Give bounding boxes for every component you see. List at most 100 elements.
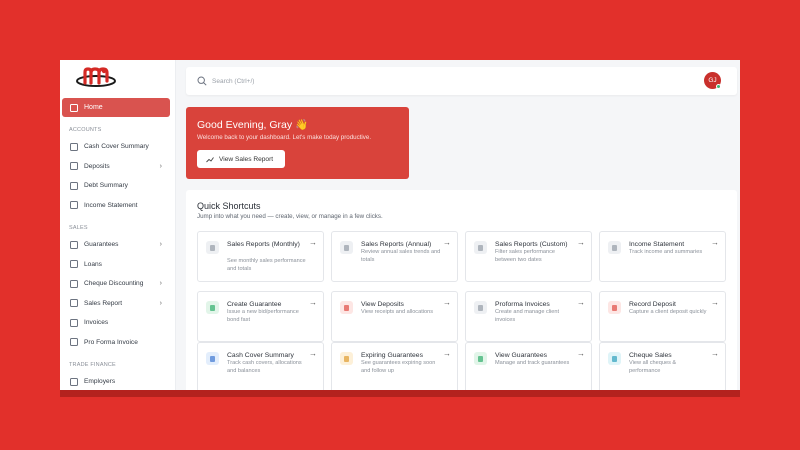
sidebar-item-label: Sales Report [84, 299, 123, 307]
shortcut-card-cash-cover-summary[interactable]: Cash Cover Summary Track cash covers, all… [197, 342, 324, 390]
shortcut-card-cheque-sales[interactable]: Cheque Sales View all cheques & performan… [599, 342, 726, 390]
shortcut-title: View Guarantees [495, 352, 548, 359]
shortcut-card-create-guarantee[interactable]: Create Guarantee Issue a new bid/performa… [197, 291, 324, 342]
greeting-card: Good Evening, Gray 👋 Welcome back to you… [186, 107, 409, 179]
shortcut-title: Record Deposit [629, 301, 676, 308]
chevron-right-icon: › [159, 162, 162, 170]
shortcut-title: Expiring Guarantees [361, 352, 423, 359]
sidebar-item-label: Debt Summary [84, 182, 128, 190]
shortcut-title: Create Guarantee [227, 301, 282, 308]
arrow-right-icon: → [309, 238, 317, 247]
arrow-right-icon: → [711, 238, 719, 247]
shortcut-card-sales-reports-monthly[interactable]: Sales Reports (Monthly) See monthly sales… [197, 231, 324, 282]
shortcut-description: Track income and summaries [629, 249, 703, 255]
wallet-icon [608, 301, 621, 314]
sidebar-item-label: Guarantees [84, 241, 119, 249]
sidebar-item-employers[interactable]: Employers [62, 372, 170, 390]
file-icon [474, 301, 487, 314]
shortcut-title: Sales Reports (Custom) [495, 241, 568, 248]
chevron-right-icon: › [159, 280, 162, 287]
sidebar-section-label: TRADE FINANCE [69, 362, 116, 368]
sidebar-item-loans[interactable]: Loans [62, 255, 170, 275]
sidebar-item-guarantees[interactable]: Guarantees › [62, 235, 170, 255]
shortcut-description: Review annual sales trends and totals [361, 249, 441, 263]
shortcut-card-expiring-guarantees[interactable]: Expiring Guarantees See guarantees expiri… [331, 342, 458, 390]
shortcut-card-view-deposits[interactable]: View Deposits View receipts and allocatio… [331, 291, 458, 342]
sidebar-item-income-statement[interactable]: Income Statement [62, 196, 170, 216]
sidebar-item-label: Cash Cover Summary [84, 143, 149, 151]
sidebar-item-label: Loans [84, 260, 102, 268]
shortcut-card-sales-reports-annual[interactable]: Sales Reports (Annual) Review annual sale… [331, 231, 458, 282]
shield-icon [206, 352, 219, 365]
shortcut-title: Income Statement [629, 241, 685, 248]
camera-icon [70, 201, 78, 210]
arrow-right-icon: → [443, 349, 451, 358]
sidebar-item-sales-report[interactable]: Sales Report › [62, 294, 170, 314]
app-window: Home ACCOUNTS Cash Cover Summary Deposits ›… [60, 60, 740, 390]
sidebar-item-debt-summary[interactable]: Debt Summary [62, 176, 170, 196]
greeting-subtitle: Welcome back to your dashboard. Let's ma… [197, 134, 372, 141]
sidebar: Home ACCOUNTS Cash Cover Summary Deposits ›… [60, 60, 176, 390]
sidebar-item-label: Home [84, 104, 103, 111]
shortcut-description: Filter sales performance between two dat… [495, 249, 555, 263]
arrow-right-icon: → [577, 349, 585, 358]
cheque-icon [70, 279, 78, 288]
sidebar-item-home[interactable]: Home [62, 98, 170, 117]
sidebar-section-label: ACCOUNTS [69, 127, 102, 133]
shortcut-description: Track cash covers, allocations and balan… [227, 360, 302, 374]
shortcut-description: Capture a client deposit quickly [629, 309, 707, 315]
cheque-icon [608, 352, 621, 365]
company-logo[interactable] [74, 65, 118, 89]
view-sales-report-button[interactable]: View Sales Report [197, 150, 285, 168]
shortcut-card-view-guarantees[interactable]: View Guarantees Manage and track guarante… [465, 342, 592, 390]
sidebar-item-label: Deposits [84, 162, 110, 170]
sidebar-nav: Home ACCOUNTS Cash Cover Summary Deposits ›… [62, 98, 170, 390]
greeting-title: Good Evening, Gray 👋 [197, 119, 309, 131]
sidebar-item-invoices[interactable]: Invoices [62, 313, 170, 333]
quick-shortcuts-panel: Quick Shortcuts Jump into what you need … [186, 190, 737, 390]
lock-icon [70, 142, 78, 151]
sidebar-item-label: Cheque Discounting [84, 280, 144, 288]
arrow-right-icon: → [309, 298, 317, 307]
sidebar-item-cash-cover-summary[interactable]: Cash Cover Summary [62, 137, 170, 157]
sidebar-item-label: Invoices [84, 319, 109, 327]
shortcut-card-sales-reports-custom[interactable]: Sales Reports (Custom) Filter sales perfo… [465, 231, 592, 282]
shortcut-description: See guarantees expiring soon and follow … [361, 360, 436, 374]
calendar-icon [474, 241, 487, 254]
shortcut-description: Issue a new bid/performance bond fast [227, 309, 299, 323]
sidebar-item-pro-forma-invoice[interactable]: Pro Forma Invoice [62, 333, 170, 353]
sidebar-item-label: Income Statement [84, 201, 138, 209]
shield-icon [70, 240, 78, 249]
chevron-right-icon: › [159, 241, 162, 248]
arrow-right-icon: → [443, 298, 451, 307]
invoice-icon [70, 318, 78, 327]
document-add-icon [206, 301, 219, 314]
shortcut-description: View all cheques & performance [629, 360, 677, 374]
shortcut-card-income-statement[interactable]: Income Statement Track income and summari… [599, 231, 726, 282]
shortcut-title: View Deposits [361, 301, 404, 308]
sidebar-item-cheque-discounting[interactable]: Cheque Discounting › [62, 274, 170, 294]
shortcuts-title: Quick Shortcuts [197, 201, 261, 211]
chart-icon [206, 241, 219, 254]
building-icon [70, 377, 78, 386]
shortcut-title: Cash Cover Summary [227, 352, 294, 359]
shortcut-card-proforma-invoices[interactable]: Proforma Invoices Create and manage clien… [465, 291, 592, 342]
top-bar: GJ [186, 67, 737, 95]
sidebar-item-deposits[interactable]: Deposits › [62, 157, 170, 177]
shortcut-description: Manage and track guarantees [495, 360, 570, 366]
sidebar-item-label: Pro Forma Invoice [84, 338, 138, 346]
search-input[interactable] [212, 75, 512, 87]
arrow-right-icon: → [577, 298, 585, 307]
shortcut-description: Create and manage client invoices [495, 309, 560, 323]
chart-icon [340, 241, 353, 254]
window-bottom-edge [60, 390, 740, 397]
shortcut-description: See monthly sales performance and totals [227, 258, 306, 272]
coins-icon [608, 241, 621, 254]
home-icon [70, 103, 78, 112]
chart-icon [206, 156, 214, 162]
sidebar-section-label: SALES [69, 225, 88, 231]
list-icon [70, 181, 78, 190]
arrow-right-icon: → [309, 349, 317, 358]
online-status-dot [716, 84, 721, 89]
shortcut-card-record-deposit[interactable]: Record Deposit Capture a client deposit q… [599, 291, 726, 342]
